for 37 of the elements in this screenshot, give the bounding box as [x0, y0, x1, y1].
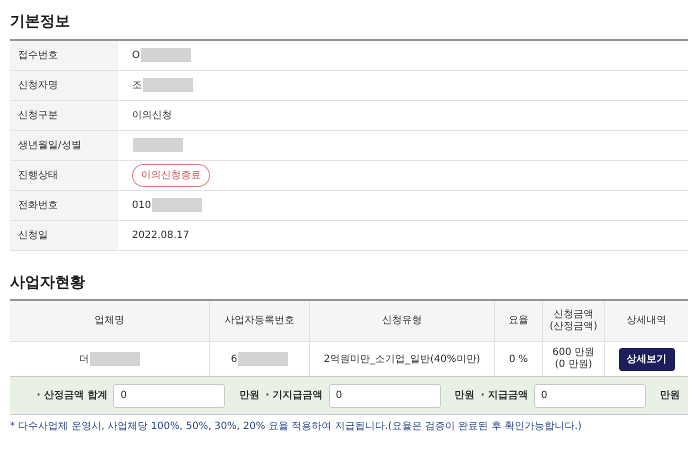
column-header: 사업자등록번호 [210, 301, 310, 341]
label-cell: 생년월일/성별 [10, 130, 118, 160]
label-cell: 신청구분 [10, 100, 118, 130]
field-value: 6 [230, 352, 238, 366]
column-header: 신청유형 [310, 301, 495, 341]
field-value: O [132, 48, 140, 62]
column-header: 상세내역 [626, 314, 668, 328]
amount-input[interactable]: 0 [328, 384, 441, 408]
table-cell: 0 % [495, 342, 543, 376]
table-cell: 600 만원 (0 만원) [543, 342, 605, 376]
label-cell: 진행상태 [10, 160, 118, 190]
label-cell: 신청자명 [10, 70, 118, 100]
field-value: 더 [79, 352, 89, 366]
column-header: 신청금액 (산정금액) [543, 301, 605, 341]
amount-input[interactable]: 0 [113, 384, 226, 408]
field-value: 조 [132, 78, 142, 92]
field-value: 2022.08.17 [132, 228, 190, 242]
column-header: 업체명 [10, 301, 210, 341]
field-value: 010 [132, 198, 152, 212]
table-cell: 2억원미만_소기업_일반(40%미만) [310, 342, 495, 376]
detail-button[interactable]: 상세보기 [618, 348, 674, 370]
unit-label: 만원 [454, 389, 475, 403]
section-title: 기본정보 [10, 11, 71, 32]
field-label: · 지급금액 [480, 389, 528, 403]
unit-label: 만원 [239, 389, 260, 403]
field-label: · 기지급금액 [265, 389, 323, 403]
status-badge: 이의신청종료 [132, 164, 210, 186]
label-cell: 신청일 [10, 220, 118, 250]
label-cell: 접수번호 [10, 40, 118, 70]
label-cell: 전화번호 [10, 190, 118, 220]
footnote: * 다수사업체 운영시, 사업체당 100%, 50%, 30%, 20% 요율 적용하여 지급됩니다.(요율은 검증이 완료된 후 확인가능합니다.) [10, 420, 583, 434]
unit-label: 만원 [660, 389, 680, 403]
field-value: 이의신청 [132, 108, 172, 122]
column-header: 요율 [495, 301, 543, 341]
section-title: 사업자현황 [10, 272, 86, 292]
field-label: · 산정금액 합계 [36, 389, 108, 403]
amount-input[interactable]: 0 [534, 384, 646, 408]
